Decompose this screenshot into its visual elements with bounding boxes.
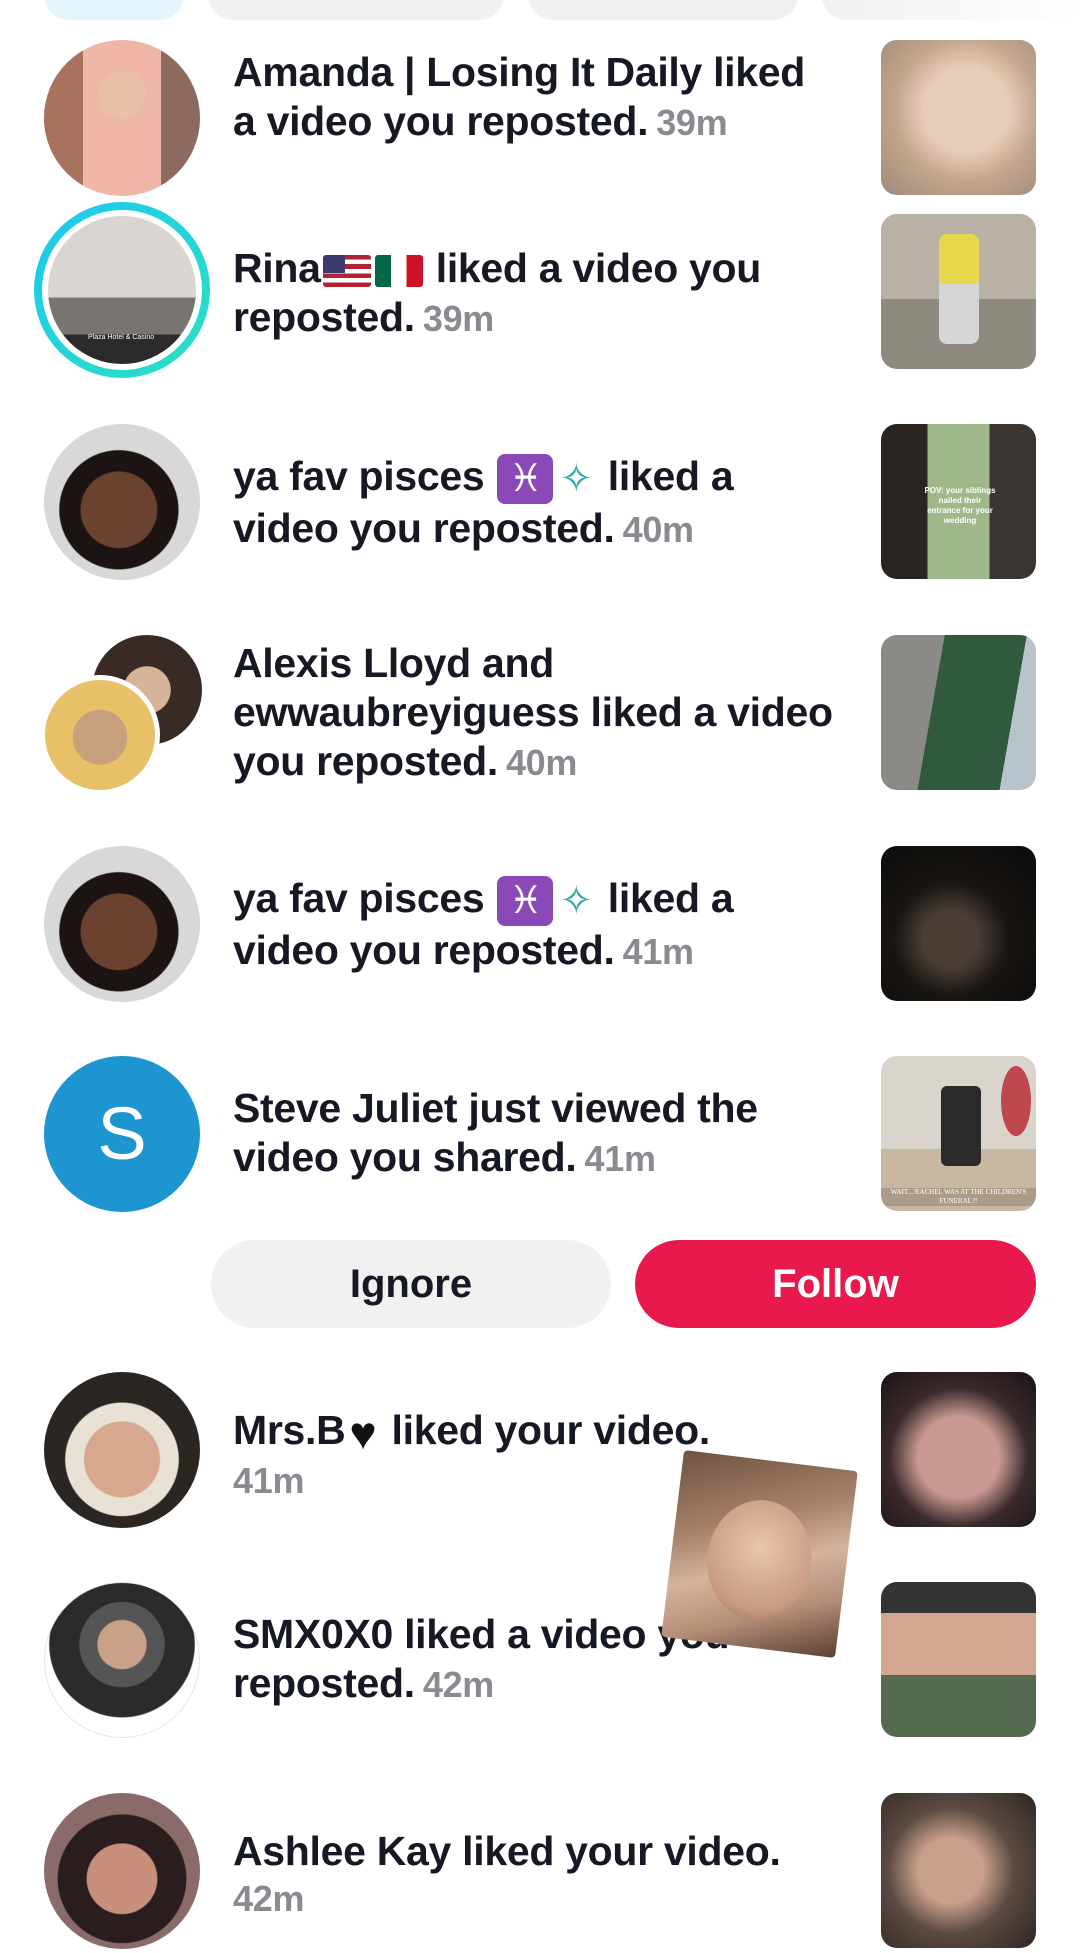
timestamp: 42m	[233, 1878, 305, 1919]
thumbnail-caption: WAIT... RACHEL WAS AT THE CHILDREN'S FUN…	[881, 1188, 1036, 1206]
user-name: Rina	[233, 245, 321, 291]
video-thumbnail[interactable]	[881, 846, 1036, 1001]
pisces-icon: ♓	[497, 454, 554, 505]
notification-message: liked your video.	[391, 1407, 711, 1453]
avatar[interactable]	[40, 675, 160, 795]
notification-text: ya fav pisces ♓ ✧ liked a video you repos…	[233, 452, 833, 554]
avatar-caption: Plaza Hotel & Casino	[88, 334, 155, 341]
us-flag-icon	[322, 255, 371, 288]
video-thumbnail[interactable]	[881, 1582, 1036, 1737]
user-name: ya fav pisces	[233, 875, 485, 921]
filter-chip-4[interactable]	[822, 0, 1080, 20]
filter-chip-1[interactable]	[44, 0, 184, 20]
avatar[interactable]	[44, 40, 200, 196]
avatar[interactable]	[44, 424, 200, 580]
notification-text: Ashlee Kay liked your video. 42m	[233, 1827, 833, 1922]
notification-text: Rina liked a video you reposted. 39m	[233, 244, 833, 343]
thumbnail-caption: POV: your siblings nailed their entrance…	[924, 486, 996, 525]
notification-text: Alexis Lloyd and ewwaubreyiguess liked a…	[233, 639, 833, 787]
ignore-button[interactable]: Ignore	[211, 1240, 611, 1328]
fairy-icon: ✧	[559, 456, 593, 501]
video-thumbnail[interactable]	[881, 635, 1036, 790]
avatar[interactable]: S	[44, 1056, 200, 1212]
notification-row[interactable]: Alexis Lloyd and ewwaubreyiguess liked a…	[0, 635, 1080, 795]
notification-row[interactable]: Ashlee Kay liked your video. 42m	[0, 1793, 1080, 1953]
avatar[interactable]	[44, 1582, 200, 1738]
notification-text: ya fav pisces ♓ ✧ liked a video you repos…	[233, 874, 833, 976]
notification-row[interactable]: S Steve Juliet just viewed the video you…	[0, 1056, 1080, 1216]
notification-row[interactable]: Plaza Hotel & Casino Rina liked a video …	[0, 202, 1080, 378]
user-name: Mrs.B	[233, 1407, 346, 1453]
video-thumbnail[interactable]: POV: your siblings nailed their entrance…	[881, 424, 1036, 579]
timestamp: 40m	[505, 742, 578, 783]
floating-video-sticker[interactable]	[661, 1450, 858, 1658]
sticker-face	[700, 1494, 819, 1626]
avatar[interactable]	[44, 846, 200, 1002]
notification-row[interactable]: SMX0X0 liked a video you reposted. 42m	[0, 1582, 1080, 1742]
follow-button[interactable]: Follow	[635, 1240, 1036, 1328]
filter-chip-2[interactable]	[208, 0, 504, 20]
mexico-flag-icon	[374, 255, 423, 288]
video-thumbnail[interactable]: WAIT... RACHEL WAS AT THE CHILDREN'S FUN…	[881, 1056, 1036, 1211]
avatar[interactable]: Plaza Hotel & Casino	[34, 202, 210, 378]
notification-text: Amanda | Losing It Daily liked a video y…	[233, 48, 833, 147]
video-thumbnail[interactable]	[881, 1372, 1036, 1527]
timestamp: 41m	[584, 1138, 656, 1179]
user-name: ya fav pisces	[233, 453, 485, 499]
timestamp: 40m	[622, 509, 694, 551]
notification-message: Ashlee Kay liked your video.	[233, 1828, 781, 1874]
notification-row[interactable]: Mrs.B♥ liked your video. 41m	[0, 1372, 1080, 1532]
timestamp: 42m	[422, 1664, 494, 1705]
video-thumbnail[interactable]	[881, 214, 1036, 369]
avatar[interactable]	[44, 1793, 200, 1949]
timestamp: 39m	[656, 102, 728, 143]
notification-row[interactable]: ya fav pisces ♓ ✧ liked a video you repos…	[0, 846, 1080, 1006]
pisces-icon: ♓	[497, 876, 554, 927]
video-thumbnail[interactable]	[881, 40, 1036, 195]
timestamp: 41m	[622, 931, 694, 973]
video-thumbnail[interactable]	[881, 1793, 1036, 1948]
notification-row[interactable]: ya fav pisces ♓ ✧ liked a video you repos…	[0, 424, 1080, 584]
timestamp: 39m	[422, 298, 494, 339]
fairy-icon: ✧	[559, 878, 593, 923]
filter-chip-3[interactable]	[528, 0, 798, 20]
notification-row[interactable]: Amanda | Losing It Daily liked a video y…	[0, 40, 1080, 196]
avatar-initial: S	[97, 1092, 147, 1175]
black-heart-icon: ♥	[349, 1406, 377, 1459]
notification-message: Steve Juliet just viewed the video you s…	[233, 1085, 758, 1180]
avatar[interactable]	[44, 1372, 200, 1528]
notification-text: Steve Juliet just viewed the video you s…	[233, 1084, 833, 1183]
